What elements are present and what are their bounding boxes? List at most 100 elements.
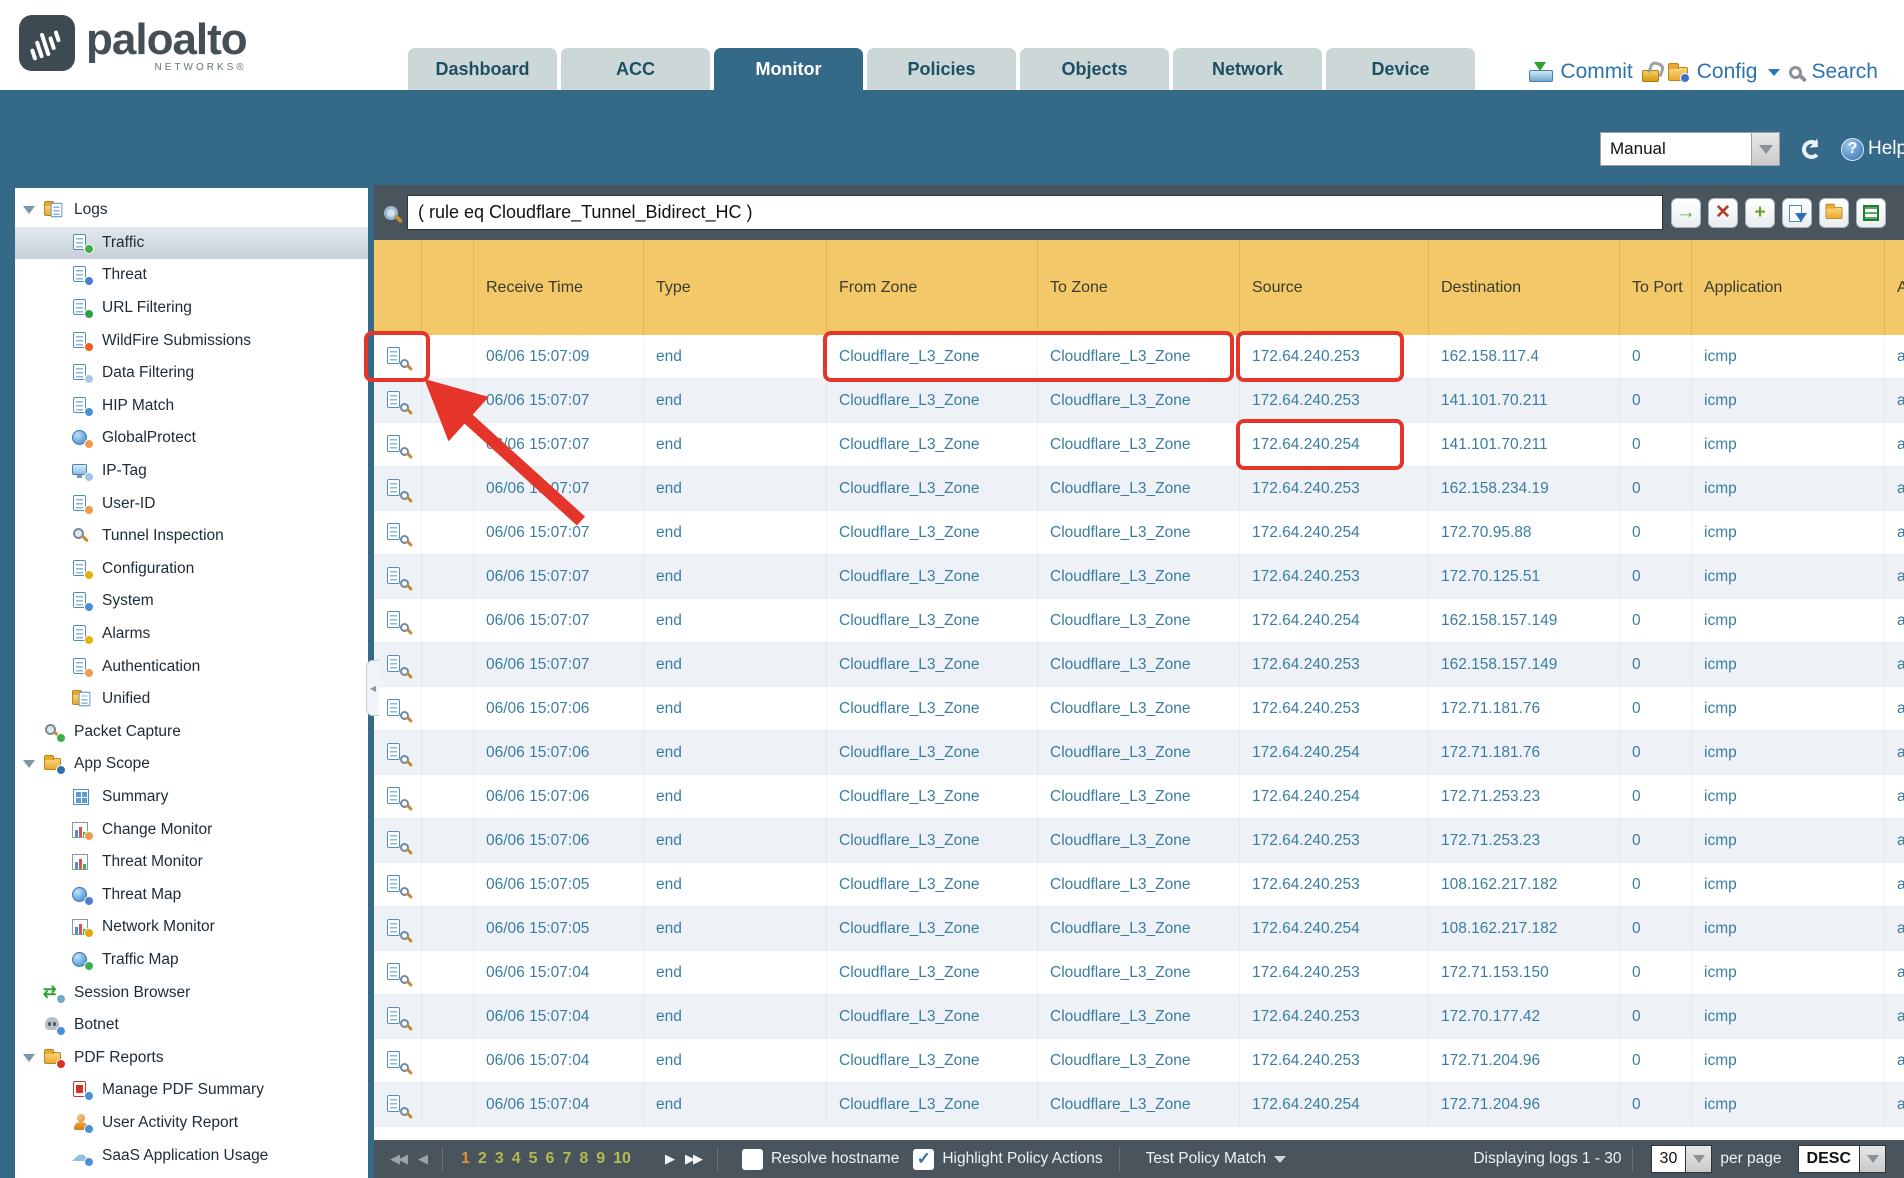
cell-to-zone[interactable]: Cloudflare_L3_Zone <box>1038 423 1240 466</box>
cell-destination[interactable]: 172.71.253.23 <box>1429 819 1620 862</box>
expander-triangle-icon[interactable] <box>23 206 43 214</box>
cell-to-port[interactable]: 0 <box>1620 555 1692 598</box>
cell-to-port[interactable]: 0 <box>1620 731 1692 774</box>
cell-to-zone[interactable]: Cloudflare_L3_Zone <box>1038 1039 1240 1082</box>
sidebar-item-pdf-reports[interactable]: PDF Reports <box>15 1041 368 1074</box>
cell-type[interactable]: end <box>644 995 827 1038</box>
cell-to-zone[interactable]: Cloudflare_L3_Zone <box>1038 511 1240 554</box>
cell-to-port[interactable]: 0 <box>1620 1083 1692 1126</box>
cell-from-zone[interactable]: Cloudflare_L3_Zone <box>827 1083 1038 1126</box>
cell-action[interactable]: a <box>1885 511 1904 554</box>
cell-destination[interactable]: 141.101.70.211 <box>1429 379 1620 422</box>
cell-application[interactable]: icmp <box>1692 555 1885 598</box>
resolve-hostname-checkbox[interactable] <box>742 1149 763 1170</box>
cell-to-zone[interactable]: Cloudflare_L3_Zone <box>1038 907 1240 950</box>
log-detail-magnifier-icon[interactable] <box>387 787 409 806</box>
sort-order-select[interactable]: DESC <box>1798 1145 1886 1173</box>
cell-application[interactable]: icmp <box>1692 687 1885 730</box>
sidebar-item-data-filtering[interactable]: Data Filtering <box>15 357 368 390</box>
cell-type[interactable]: end <box>644 599 827 642</box>
page-number-5[interactable]: 5 <box>529 1150 538 1168</box>
cell-from-zone[interactable]: Cloudflare_L3_Zone <box>827 423 1038 466</box>
help-link[interactable]: Help <box>1868 138 1904 160</box>
cell-to-zone[interactable]: Cloudflare_L3_Zone <box>1038 687 1240 730</box>
cell-receive-time[interactable]: 06/06 15:07:04 <box>474 951 644 994</box>
cell-type[interactable]: end <box>644 511 827 554</box>
cell-to-port[interactable]: 0 <box>1620 511 1692 554</box>
cell-to-port[interactable]: 0 <box>1620 819 1692 862</box>
cell-action[interactable]: a <box>1885 379 1904 422</box>
cell-destination[interactable]: 162.158.157.149 <box>1429 643 1620 686</box>
expander-triangle-icon[interactable] <box>23 760 43 768</box>
cell-receive-time[interactable]: 06/06 15:07:06 <box>474 731 644 774</box>
cell-source[interactable]: 172.64.240.253 <box>1240 467 1429 510</box>
cell-receive-time[interactable]: 06/06 15:07:05 <box>474 863 644 906</box>
cell-receive-time[interactable]: 06/06 15:07:05 <box>474 907 644 950</box>
cell-from-zone[interactable]: Cloudflare_L3_Zone <box>827 819 1038 862</box>
cell-source[interactable]: 172.64.240.254 <box>1240 511 1429 554</box>
sidebar-item-threat[interactable]: Threat <box>15 259 368 292</box>
cell-to-zone[interactable]: Cloudflare_L3_Zone <box>1038 335 1240 378</box>
cell-to-zone[interactable]: Cloudflare_L3_Zone <box>1038 863 1240 906</box>
cell-source[interactable]: 172.64.240.253 <box>1240 379 1429 422</box>
log-detail-magnifier-icon[interactable] <box>387 523 409 542</box>
cell-from-zone[interactable]: Cloudflare_L3_Zone <box>827 379 1038 422</box>
sidebar-item-session-browser[interactable]: Session Browser <box>15 976 368 1009</box>
cell-to-port[interactable]: 0 <box>1620 951 1692 994</box>
log-detail-magnifier-icon[interactable] <box>387 919 409 938</box>
tab-acc[interactable]: ACC <box>561 48 710 90</box>
cell-application[interactable]: icmp <box>1692 1039 1885 1082</box>
cell-receive-time[interactable]: 06/06 15:07:07 <box>474 423 644 466</box>
cell-source[interactable]: 172.64.240.253 <box>1240 951 1429 994</box>
cell-action[interactable]: a <box>1885 643 1904 686</box>
cell-type[interactable]: end <box>644 687 827 730</box>
cell-receive-time[interactable]: 06/06 15:07:06 <box>474 775 644 818</box>
sidebar-item-packet-capture[interactable]: Packet Capture <box>15 716 368 749</box>
cell-receive-time[interactable]: 06/06 15:07:07 <box>474 379 644 422</box>
cell-to-zone[interactable]: Cloudflare_L3_Zone <box>1038 555 1240 598</box>
cell-action[interactable]: a <box>1885 599 1904 642</box>
cell-action[interactable]: a <box>1885 467 1904 510</box>
cell-type[interactable]: end <box>644 379 827 422</box>
cell-receive-time[interactable]: 06/06 15:07:07 <box>474 467 644 510</box>
cell-type[interactable]: end <box>644 643 827 686</box>
cell-destination[interactable]: 172.70.177.42 <box>1429 995 1620 1038</box>
cell-to-port[interactable]: 0 <box>1620 599 1692 642</box>
tab-network[interactable]: Network <box>1173 48 1322 90</box>
cell-source[interactable]: 172.64.240.253 <box>1240 995 1429 1038</box>
cell-to-port[interactable]: 0 <box>1620 379 1692 422</box>
cell-application[interactable]: icmp <box>1692 335 1885 378</box>
cell-source[interactable]: 172.64.240.253 <box>1240 1039 1429 1082</box>
page-number-6[interactable]: 6 <box>546 1150 555 1168</box>
commit-button[interactable]: Commit <box>1560 60 1632 84</box>
cell-application[interactable]: icmp <box>1692 511 1885 554</box>
log-detail-magnifier-icon[interactable] <box>387 831 409 850</box>
cell-action[interactable]: a <box>1885 863 1904 906</box>
page-number-10[interactable]: 10 <box>613 1150 631 1168</box>
cell-action[interactable]: a <box>1885 423 1904 466</box>
expander-triangle-icon[interactable] <box>23 1054 43 1062</box>
last-page-button[interactable]: ▶▶ <box>685 1151 701 1167</box>
cell-from-zone[interactable]: Cloudflare_L3_Zone <box>827 599 1038 642</box>
log-detail-magnifier-icon[interactable] <box>387 479 409 498</box>
tab-dashboard[interactable]: Dashboard <box>408 48 557 90</box>
cell-source[interactable]: 172.64.240.253 <box>1240 687 1429 730</box>
log-detail-magnifier-icon[interactable] <box>387 699 409 718</box>
sidebar-item-logs[interactable]: Logs <box>15 194 368 227</box>
cell-application[interactable]: icmp <box>1692 643 1885 686</box>
cell-type[interactable]: end <box>644 467 827 510</box>
cell-type[interactable]: end <box>644 1083 827 1126</box>
cell-application[interactable]: icmp <box>1692 599 1885 642</box>
cell-source[interactable]: 172.64.240.254 <box>1240 423 1429 466</box>
cell-destination[interactable]: 172.70.125.51 <box>1429 555 1620 598</box>
tab-device[interactable]: Device <box>1326 48 1475 90</box>
sidebar-item-tunnel-inspection[interactable]: Tunnel Inspection <box>15 520 368 553</box>
page-number-1[interactable]: 1 <box>461 1150 470 1168</box>
sidebar-item-configuration[interactable]: Configuration <box>15 553 368 586</box>
sidebar-item-ip-tag[interactable]: IP-Tag <box>15 455 368 488</box>
cell-from-zone[interactable]: Cloudflare_L3_Zone <box>827 731 1038 774</box>
log-detail-magnifier-icon[interactable] <box>387 347 409 366</box>
cell-action[interactable]: a <box>1885 907 1904 950</box>
cell-source[interactable]: 172.64.240.253 <box>1240 819 1429 862</box>
cell-action[interactable]: a <box>1885 995 1904 1038</box>
